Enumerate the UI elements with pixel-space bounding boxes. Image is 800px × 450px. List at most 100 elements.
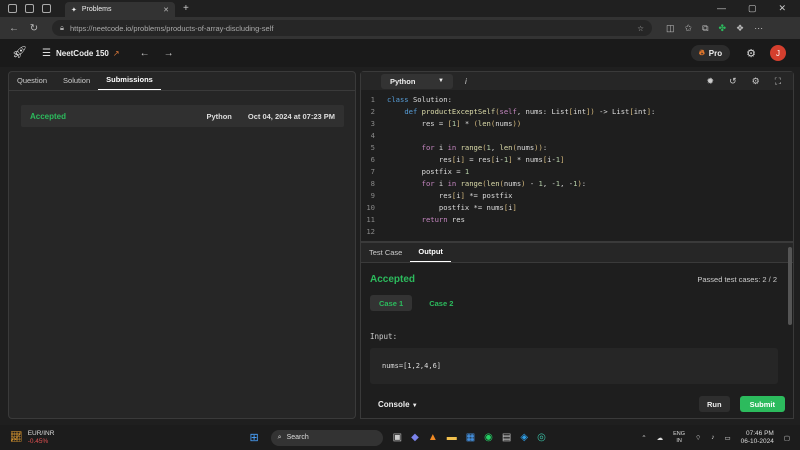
profile-icon[interactable] (8, 4, 17, 13)
code-line: 3 res = [1] * (len(nums)) (370, 119, 522, 128)
teams-icon[interactable]: ◆ (411, 432, 419, 443)
browser-tab-problems[interactable]: ✦ Problems ✕ (65, 2, 175, 17)
code-line: 12 (366, 227, 375, 236)
tab-solution[interactable]: Solution (55, 76, 98, 90)
code-area[interactable]: 1 class Solution: 2 def productExceptSelf… (361, 94, 795, 238)
extension-icon[interactable]: ✤ (719, 23, 727, 34)
external-link-icon[interactable]: ↗ (113, 49, 120, 58)
collections-icon[interactable]: ⧉ (702, 23, 708, 34)
code-line: 11 return res (366, 215, 465, 224)
editor-toolbar: Python ▼ i ✹ ↺ ⚙ ⛶ (361, 72, 793, 90)
language-label: Python (390, 76, 416, 86)
refresh-icon[interactable]: ↻ (24, 23, 44, 34)
tab-test-case[interactable]: Test Case (361, 248, 410, 262)
notification-icon[interactable]: ▢ (784, 434, 790, 442)
workspaces-icon[interactable] (25, 4, 34, 13)
clock-date: 06-10-2024 (740, 437, 774, 445)
code-line: 8 for i in range(len(nums) - 1, -1, -1): (370, 179, 587, 188)
action-bar: Console ▼ Run Submit (360, 392, 794, 416)
whatsapp-icon[interactable]: ◉ (484, 432, 493, 443)
battery-icon[interactable]: ▭ (724, 434, 730, 442)
minimize-icon[interactable]: — (717, 3, 726, 14)
problem-list-title[interactable]: NeetCode 150 (56, 49, 109, 58)
split-screen-icon[interactable]: ◫ (666, 23, 675, 34)
vscode-icon[interactable]: ◈ (520, 432, 528, 443)
browser-titlebar: ✦ Problems ✕ + — ▢ ✕ (0, 0, 800, 17)
code-line: 7 postfix = 1 (370, 167, 470, 176)
code-line: 10 postfix *= nums[i] (366, 203, 517, 212)
market-title: EUR/INR (27, 429, 55, 437)
task-view-icon[interactable]: ▣ (393, 432, 402, 443)
submission-date: Oct 04, 2024 at 07:23 PM (247, 111, 335, 121)
avatar[interactable]: J (770, 45, 786, 61)
tab-output[interactable]: Output (410, 247, 451, 262)
code-line: 2 def productExceptSelf(self, nums: List… (370, 107, 656, 116)
windows-start-icon[interactable]: ⊞ (249, 431, 258, 444)
edge-icon[interactable]: ◎ (537, 432, 546, 443)
url-text: https://neetcode.io/problems/products-of… (70, 23, 274, 33)
lock-icon: 🔒︎ (60, 23, 64, 32)
submission-row[interactable]: Accepted Python Oct 04, 2024 at 07:23 PM (21, 105, 344, 127)
more-icon[interactable]: ⋯ (754, 23, 763, 34)
search-label: Search (286, 434, 309, 441)
fullscreen-icon[interactable]: ⛶ (775, 76, 781, 87)
prev-problem-icon[interactable]: ← (140, 48, 150, 59)
favorite-star-icon[interactable]: ☆ (637, 24, 644, 33)
fire-icon: 🔥︎ (698, 48, 705, 57)
left-tabs: Question Solution Submissions (9, 72, 355, 91)
next-problem-icon[interactable]: → (164, 48, 174, 59)
reset-code-icon[interactable]: ↺ (729, 76, 737, 87)
copilot-icon[interactable]: ❖ (736, 23, 744, 34)
wifi-icon[interactable]: ⌔ (695, 433, 701, 442)
address-bar[interactable]: 🔒︎ https://neetcode.io/problems/products… (52, 20, 652, 36)
language-select[interactable]: Python ▼ (381, 73, 453, 89)
pro-label: Pro (708, 48, 723, 58)
settings-gear-icon[interactable]: ⚙ (746, 47, 756, 60)
language-indicator[interactable]: ENG IN (673, 431, 685, 445)
avatar-initial: J (776, 48, 780, 58)
chevron-down-icon: ▼ (438, 78, 444, 84)
code-line: 1 class Solution: (370, 95, 452, 104)
code-line: 6 res[i] = res[i-1] * nums[i-1] (370, 155, 565, 164)
code-line: 9 res[i] *= postfix (370, 191, 513, 200)
run-button[interactable]: Run (698, 396, 730, 412)
debug-bug-icon[interactable]: ✹ (707, 76, 715, 87)
new-tab-icon[interactable]: + (183, 3, 189, 14)
favorites-icon[interactable]: ✩ (685, 23, 693, 34)
left-panel: Question Solution Submissions Accepted P… (8, 71, 356, 419)
app-icon[interactable]: ▤ (502, 432, 511, 443)
chevron-up-icon[interactable]: ⌃ (641, 434, 646, 442)
editor-settings-icon[interactable]: ⚙ (752, 76, 760, 87)
address-toolbar: ← ↻ 🔒︎ https://neetcode.io/problems/prod… (0, 17, 800, 39)
console-toggle-button[interactable]: Console ▼ (378, 400, 418, 409)
close-tab-icon[interactable]: ✕ (163, 6, 169, 14)
submission-language: Python (206, 111, 232, 121)
tab-submissions[interactable]: Submissions (98, 75, 161, 90)
store-icon[interactable]: ▦ (466, 432, 475, 443)
volume-icon[interactable]: ♪ (711, 434, 714, 441)
info-icon[interactable]: i (465, 77, 467, 86)
close-window-icon[interactable]: ✕ (778, 3, 786, 14)
maximize-icon[interactable]: ▢ (748, 3, 757, 14)
back-icon[interactable]: ← (4, 23, 24, 34)
taskbar: 📈︎ EUR/INR -0.45% ⊞ ⌕ Search ▣ ◆ ▲ ▬ ▦ ◉… (0, 425, 800, 450)
input-value-box: nums=[1,2,4,6] (370, 348, 778, 384)
cloud-icon[interactable]: ☁ (657, 434, 664, 442)
problem-list-icon[interactable]: ☰ (42, 48, 51, 59)
clock[interactable]: 07:46 PM 06-10-2024 (741, 430, 774, 446)
submit-button[interactable]: Submit (739, 396, 785, 412)
pro-button[interactable]: 🔥︎ Pro (690, 45, 731, 61)
neetcode-logo-icon[interactable]: 🚀︎ (12, 45, 27, 61)
tab-question[interactable]: Question (9, 76, 55, 90)
tab-actions-icon[interactable] (42, 4, 51, 13)
market-widget[interactable]: 📈︎ EUR/INR -0.45% (10, 430, 54, 446)
taskbar-search[interactable]: ⌕ Search (270, 429, 383, 446)
submission-status: Accepted (30, 111, 67, 121)
clock-time: 07:46 PM (746, 429, 774, 437)
file-explorer-icon[interactable]: ▬ (447, 432, 457, 443)
code-line: 4 (370, 131, 375, 140)
case-1-button[interactable]: Case 1 (370, 295, 413, 311)
vlc-icon[interactable]: ▲ (428, 432, 438, 443)
console-scrollbar[interactable] (788, 247, 792, 325)
case-2-button[interactable]: Case 2 (420, 295, 462, 311)
